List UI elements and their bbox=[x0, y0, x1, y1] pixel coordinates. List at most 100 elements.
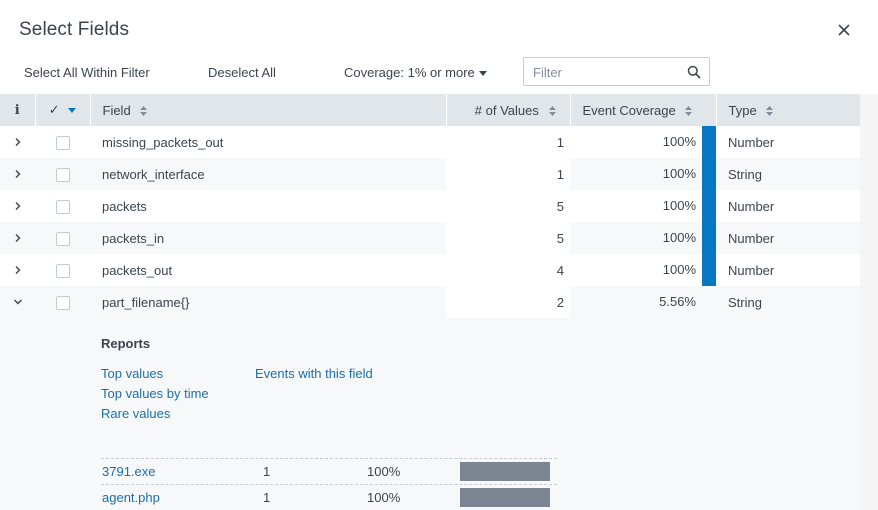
coverage-cell: 100% bbox=[570, 190, 716, 222]
close-x-glyph bbox=[838, 24, 850, 36]
values-column-label: # of Values bbox=[474, 102, 539, 118]
sort-icon bbox=[685, 106, 693, 117]
field-name: packets_out bbox=[90, 254, 446, 286]
table-row[interactable]: network_interface 1 100% String bbox=[0, 158, 860, 190]
checkmark-icon: ✓ bbox=[48, 102, 60, 117]
coverage-bar bbox=[702, 254, 716, 286]
expand-toggle[interactable] bbox=[0, 158, 35, 190]
coverage-value: 100% bbox=[662, 198, 696, 213]
values-count: 5 bbox=[446, 190, 570, 222]
top-value-count: 1 bbox=[263, 490, 271, 505]
row-checkbox-cell[interactable] bbox=[35, 222, 90, 254]
table-row[interactable]: packets_in 5 100% Number bbox=[0, 222, 860, 254]
coverage-cell: 5.56% bbox=[570, 286, 716, 318]
coverage-dropdown[interactable]: Coverage: 1% or more bbox=[344, 65, 487, 80]
expand-toggle[interactable] bbox=[0, 222, 35, 254]
values-count: 2 bbox=[446, 286, 570, 318]
top-value-row: 3791.exe 1 100% bbox=[101, 458, 557, 484]
caret-down-icon bbox=[68, 107, 77, 113]
sort-icon bbox=[766, 106, 774, 117]
field-name: packets bbox=[90, 190, 446, 222]
search-icon[interactable] bbox=[687, 65, 701, 79]
coverage-column-header[interactable]: Event Coverage bbox=[570, 94, 717, 126]
top-value-name[interactable]: 3791.exe bbox=[102, 464, 156, 479]
coverage-cell: 100% bbox=[570, 254, 716, 286]
row-checkbox-cell[interactable] bbox=[35, 286, 90, 318]
field-type: Number bbox=[716, 254, 860, 286]
deselect-all-button[interactable]: Deselect All bbox=[208, 65, 276, 80]
coverage-value: 100% bbox=[662, 230, 696, 245]
scrollbar[interactable] bbox=[860, 94, 878, 510]
info-icon: i bbox=[14, 103, 20, 118]
caret-down-icon bbox=[478, 71, 487, 77]
table-row[interactable]: missing_packets_out 1 100% Number bbox=[0, 126, 860, 158]
chevron-right-icon bbox=[15, 265, 20, 274]
coverage-value: 100% bbox=[662, 134, 696, 149]
field-type: String bbox=[716, 286, 860, 318]
field-type: Number bbox=[716, 222, 860, 254]
coverage-bar bbox=[702, 222, 716, 254]
top-values-by-time-link[interactable]: Top values by time bbox=[101, 386, 209, 401]
sort-icon bbox=[140, 106, 148, 117]
top-value-count: 1 bbox=[263, 464, 271, 479]
close-icon[interactable] bbox=[836, 22, 852, 38]
row-checkbox[interactable] bbox=[55, 231, 70, 246]
field-type: Number bbox=[716, 190, 860, 222]
row-checkbox[interactable] bbox=[55, 263, 70, 278]
field-name: network_interface bbox=[90, 158, 446, 190]
values-count: 4 bbox=[446, 254, 570, 286]
sort-icon bbox=[548, 106, 556, 117]
expand-toggle[interactable] bbox=[0, 190, 35, 222]
row-checkbox[interactable] bbox=[55, 167, 70, 182]
type-column-header[interactable]: Type bbox=[716, 94, 861, 126]
top-values-link[interactable]: Top values bbox=[101, 366, 163, 381]
row-checkbox[interactable] bbox=[55, 199, 70, 214]
coverage-value: 100% bbox=[662, 262, 696, 277]
values-count: 5 bbox=[446, 222, 570, 254]
info-column-header[interactable]: i bbox=[0, 94, 36, 126]
top-value-percent: 100% bbox=[367, 490, 401, 505]
filter-box bbox=[523, 57, 710, 86]
fields-table: i ✓ Field # of Values Event Coverage Typ… bbox=[0, 94, 861, 318]
coverage-cell: 100% bbox=[570, 158, 716, 190]
field-name: part_filename{} bbox=[90, 286, 446, 318]
coverage-dropdown-label: Coverage: 1% or more bbox=[344, 65, 475, 80]
rare-values-link[interactable]: Rare values bbox=[101, 406, 170, 421]
select-column-header[interactable]: ✓ bbox=[35, 94, 91, 126]
toolbar: Select All Within Filter Deselect All Co… bbox=[0, 57, 878, 89]
select-all-within-filter-button[interactable]: Select All Within Filter bbox=[24, 65, 150, 80]
top-value-name[interactable]: agent.php bbox=[102, 490, 160, 505]
row-checkbox-cell[interactable] bbox=[35, 190, 90, 222]
top-value-percent: 100% bbox=[367, 464, 401, 479]
table-row[interactable]: packets_out 4 100% Number bbox=[0, 254, 860, 286]
row-checkbox-cell[interactable] bbox=[35, 126, 90, 158]
events-with-field-link[interactable]: Events with this field bbox=[255, 366, 373, 381]
expand-toggle[interactable] bbox=[0, 286, 35, 318]
field-column-header[interactable]: Field bbox=[90, 94, 447, 126]
values-column-header[interactable]: # of Values bbox=[446, 94, 571, 126]
coverage-cell: 100% bbox=[570, 222, 716, 254]
top-value-bar bbox=[460, 488, 550, 507]
values-count: 1 bbox=[446, 158, 570, 190]
coverage-bar bbox=[702, 158, 716, 190]
table-header: i ✓ Field # of Values Event Coverage Typ… bbox=[0, 94, 861, 126]
top-value-bar bbox=[460, 462, 550, 481]
row-checkbox-cell[interactable] bbox=[35, 158, 90, 190]
values-count: 1 bbox=[446, 126, 570, 158]
chevron-right-icon bbox=[15, 137, 20, 146]
chevron-right-icon bbox=[15, 169, 20, 178]
chevron-down-icon bbox=[13, 299, 22, 304]
coverage-bar bbox=[702, 190, 716, 222]
coverage-value: 5.56% bbox=[659, 294, 696, 309]
expand-toggle[interactable] bbox=[0, 126, 35, 158]
table-row[interactable]: packets 5 100% Number bbox=[0, 190, 860, 222]
filter-input[interactable] bbox=[533, 63, 683, 81]
expand-toggle[interactable] bbox=[0, 254, 35, 286]
field-column-label: Field bbox=[102, 102, 131, 118]
row-checkbox[interactable] bbox=[55, 295, 70, 310]
top-value-row: agent.php 1 100% bbox=[101, 484, 557, 510]
field-type: Number bbox=[716, 126, 860, 158]
row-checkbox[interactable] bbox=[55, 135, 70, 150]
row-checkbox-cell[interactable] bbox=[35, 254, 90, 286]
table-row[interactable]: part_filename{} 2 5.56% String bbox=[0, 286, 860, 318]
